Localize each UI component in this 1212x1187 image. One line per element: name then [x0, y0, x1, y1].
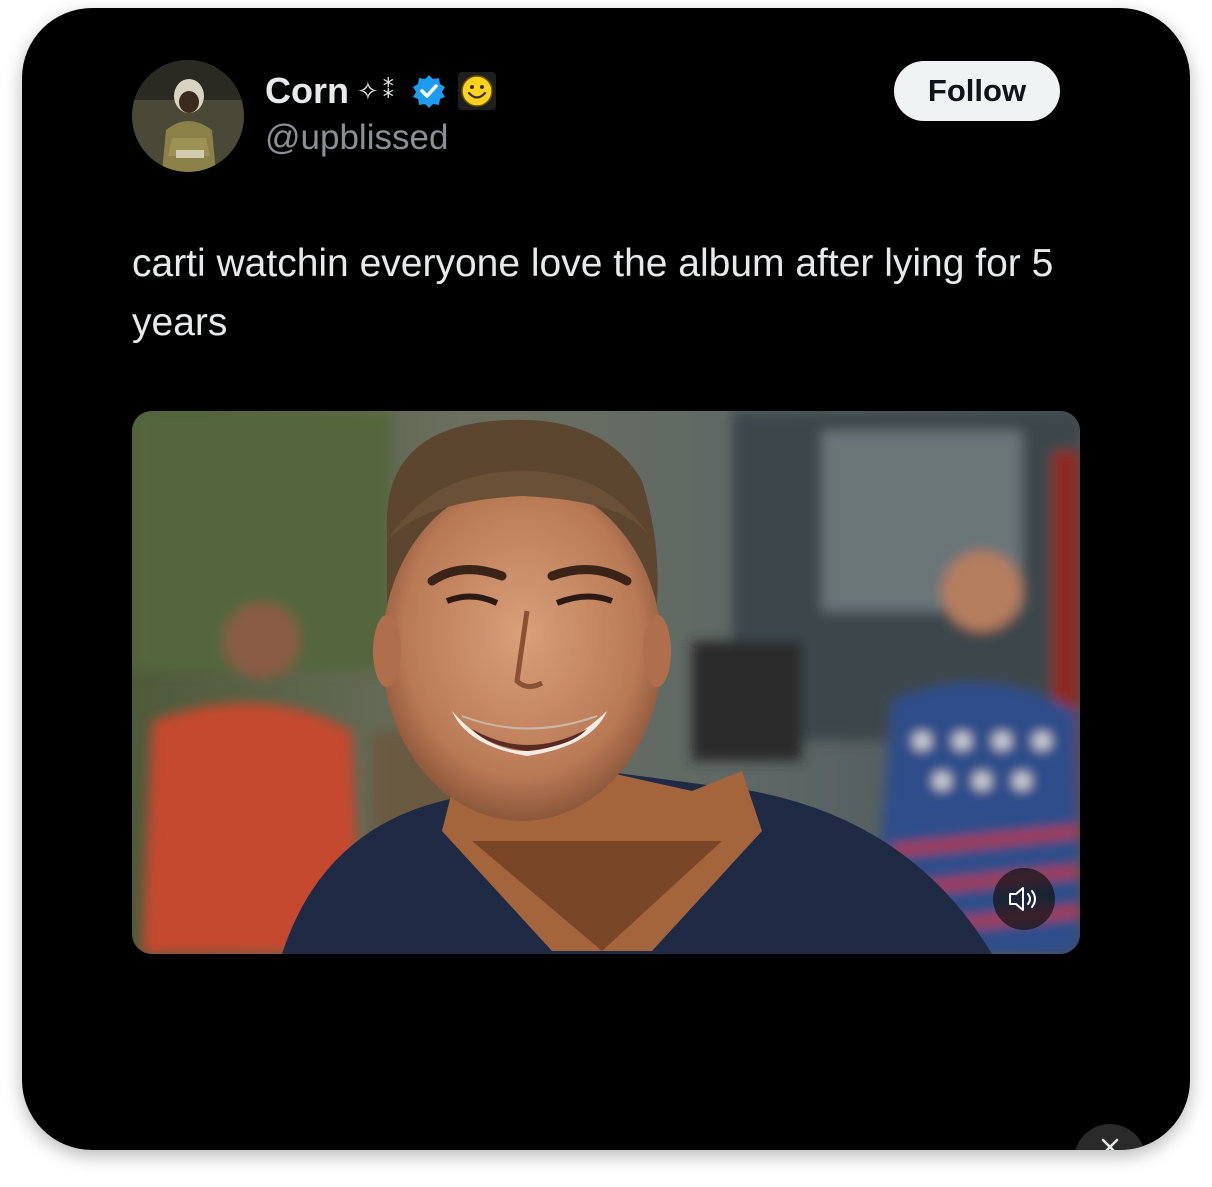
follow-button[interactable]: Follow	[894, 61, 1060, 121]
display-name-text: Corn	[265, 70, 349, 111]
video-frame	[132, 411, 1080, 954]
post-card: Corn ✧ ⁑ @upblissed Follow carti watchin…	[22, 8, 1190, 1150]
asterisk-icon: ⁑	[382, 78, 394, 103]
avatar[interactable]	[132, 60, 244, 172]
smiley-face-icon	[457, 72, 496, 110]
speaker-mute-icon[interactable]	[993, 868, 1055, 930]
sparkle-icon: ✧	[357, 75, 379, 106]
close-icon[interactable]	[1074, 1124, 1146, 1150]
verified-badge-icon	[412, 74, 446, 108]
display-name[interactable]: Corn ✧ ⁑	[265, 70, 496, 112]
post-text: carti watchin everyone love the album af…	[132, 242, 1054, 344]
user-handle[interactable]: @upblissed	[265, 118, 448, 158]
post-video[interactable]	[132, 411, 1080, 954]
avatar-image	[132, 60, 244, 172]
